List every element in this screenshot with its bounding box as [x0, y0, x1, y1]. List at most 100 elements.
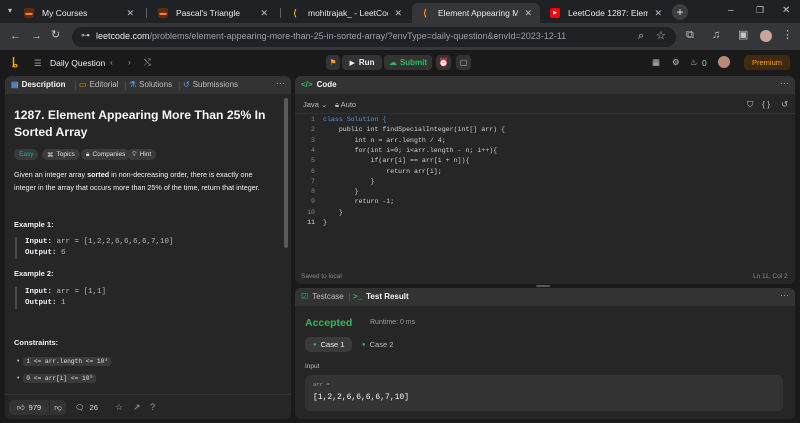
- constraint-code: 1 <= arr.length <= 10⁴: [23, 357, 112, 366]
- minimize-icon[interactable]: –: [728, 6, 734, 16]
- code-editor[interactable]: 1 2 3 4 5 6 7 8 9 10 11 class Solution {…: [295, 116, 795, 266]
- sidepanel-icon[interactable]: ▣: [738, 30, 748, 41]
- more-icon[interactable]: ⋯: [780, 290, 789, 301]
- language-select[interactable]: Java ⌄: [303, 100, 327, 109]
- leetcode-icon: ⟨: [293, 7, 297, 18]
- input-label: Input:: [25, 288, 53, 296]
- extensions-icon[interactable]: ⧉: [686, 30, 694, 41]
- close-icon[interactable]: ✕: [260, 8, 268, 19]
- format-braces-icon[interactable]: { }: [762, 99, 770, 109]
- premium-button[interactable]: Premium: [744, 55, 790, 70]
- site-info-icon[interactable]: ⊶: [81, 31, 90, 40]
- close-icon[interactable]: ✕: [654, 8, 662, 19]
- restore-icon[interactable]: ❐: [756, 6, 764, 15]
- prev-problem-icon[interactable]: ‹: [110, 57, 113, 67]
- case-2-tab[interactable]: ● Case 2: [358, 337, 397, 352]
- profile-avatar[interactable]: [760, 30, 772, 42]
- output-label: Output:: [25, 299, 57, 307]
- runtime-text: Runtime: 0 ms: [370, 319, 416, 326]
- bookmark-star-icon[interactable]: ☆: [656, 31, 666, 42]
- fire-streak-icon[interactable]: ♨: [690, 57, 698, 68]
- resize-handle[interactable]: [536, 285, 550, 287]
- code-line: }: [323, 219, 327, 226]
- pass-dot-icon: ●: [313, 341, 317, 348]
- like-count: 979: [28, 403, 42, 412]
- browser-tab-youtube[interactable]: ▶ LeetCode 1287: Element Ap ✕: [542, 3, 670, 23]
- close-icon[interactable]: ✕: [126, 8, 134, 19]
- settings-gear-icon[interactable]: ⚙: [672, 57, 680, 68]
- next-problem-icon[interactable]: ›: [128, 57, 131, 67]
- new-tab-button[interactable]: +: [672, 4, 688, 20]
- example-1-output: Output: 6: [25, 248, 270, 259]
- input-box: arr = [1,2,2,6,6,6,6,7,10]: [305, 375, 783, 411]
- daily-question-label[interactable]: Daily Question: [50, 58, 105, 68]
- menu-kebab-icon[interactable]: ⋮: [782, 30, 793, 41]
- topics-tag[interactable]: ⌘ Topics: [42, 149, 80, 160]
- companies-tag[interactable]: 🔒︎ Companies: [81, 149, 131, 160]
- run-button[interactable]: ▶ Run: [342, 55, 382, 70]
- star-icon[interactable]: ☆: [115, 402, 123, 413]
- help-icon[interactable]: ?: [150, 402, 155, 412]
- url-text: leetcode.com/problems/element-appearing-…: [96, 31, 566, 41]
- tab-description[interactable]: ▤ Description: [11, 80, 66, 89]
- forward-icon[interactable]: →: [31, 31, 42, 42]
- tab-submissions[interactable]: ↺ Submissions: [183, 80, 238, 89]
- close-window-icon[interactable]: ✕: [782, 6, 790, 16]
- case-label: Case 2: [369, 340, 394, 349]
- leetcode-navbar: ȴ ☰ Daily Question ‹ › ⤭ ⚑ ▶ Run ☁ Submit …: [0, 50, 800, 75]
- tab-solutions[interactable]: ⚗ Solutions: [129, 80, 172, 89]
- like-button[interactable]: 👍︎ 979: [9, 400, 49, 415]
- bookmark-icon[interactable]: ⛉: [747, 99, 753, 110]
- play-icon: ▶: [349, 59, 355, 67]
- difficulty-label: Easy: [19, 151, 34, 158]
- debug-button[interactable]: ⚑: [326, 55, 340, 70]
- course-icon: ▬: [158, 8, 168, 18]
- problem-list-icon[interactable]: ☰: [34, 58, 42, 69]
- hint-tag[interactable]: 💡︎ Hint: [127, 149, 157, 160]
- more-icon[interactable]: ⋯: [276, 78, 285, 89]
- case-1-tab[interactable]: ● Case 1: [305, 337, 353, 352]
- browser-tab-pascals-triangle[interactable]: ▬ Pascal's Triangle ✕: [150, 3, 276, 23]
- browser-tab-leetcode-profile[interactable]: ⟨ mohitrajak_ - LeetCode Pro ✕: [282, 3, 410, 23]
- share-icon[interactable]: ↗: [133, 402, 141, 413]
- tab-title: Element Appearing More T: [438, 8, 519, 18]
- browser-tab-my-courses[interactable]: ▬ My Courses ✕: [16, 3, 142, 23]
- tab-testcase[interactable]: ☑ Testcase: [301, 292, 344, 301]
- dislike-button[interactable]: 👎︎: [50, 400, 66, 415]
- user-avatar[interactable]: [718, 56, 730, 68]
- layout-grid-icon[interactable]: ▦: [652, 57, 660, 68]
- example-2-input: Input: arr = [1,1]: [25, 287, 270, 298]
- case-label: Case 1: [320, 340, 345, 349]
- more-icon[interactable]: ⋯: [780, 78, 789, 89]
- timer-button[interactable]: ⏰: [436, 55, 451, 70]
- code-line: }: [323, 177, 375, 185]
- browser-tab-active-problem[interactable]: ⟨ Element Appearing More T ✕: [412, 3, 540, 23]
- leetcode-logo-icon[interactable]: ȴ: [12, 56, 18, 68]
- result-panel-header: ☑ Testcase >_ Test Result ⋯: [295, 288, 795, 306]
- lock-icon: 🔒︎: [86, 150, 90, 158]
- tab-divider: [349, 293, 350, 302]
- thumbs-up-icon: 👍︎: [16, 402, 25, 412]
- media-icon[interactable]: ♫: [712, 30, 720, 41]
- tab-editorial[interactable]: ▭ Editorial: [79, 80, 118, 89]
- address-bar[interactable]: ⊶ leetcode.com/problems/element-appearin…: [72, 27, 676, 47]
- example-1-input: Input: arr = [1,2,2,6,6,6,6,7,10]: [25, 237, 270, 248]
- close-icon[interactable]: ✕: [394, 8, 402, 19]
- flask-icon: ⚗: [129, 80, 137, 89]
- close-icon[interactable]: ✕: [524, 8, 532, 19]
- scrollbar-thumb[interactable]: [284, 98, 288, 248]
- comments-button[interactable]: 🗨︎ 26: [75, 400, 98, 415]
- tab-search-icon[interactable]: ▾: [8, 7, 12, 15]
- shuffle-icon[interactable]: ⤭: [144, 57, 151, 68]
- example-1-block: Input: arr = [1,2,2,6,6,6,6,7,10] Output…: [15, 237, 270, 259]
- reload-icon[interactable]: ↻: [51, 30, 60, 41]
- zoom-search-icon[interactable]: ⌕: [638, 31, 644, 42]
- back-icon[interactable]: ←: [10, 31, 21, 42]
- submit-button[interactable]: ☁ Submit: [384, 55, 432, 70]
- reset-icon[interactable]: ↺: [781, 99, 788, 110]
- code-line: class Solution {: [323, 116, 387, 123]
- tab-test-result[interactable]: >_ Test Result: [353, 292, 409, 301]
- tab-label: Testcase: [312, 292, 344, 301]
- notes-button[interactable]: ▢: [456, 55, 471, 70]
- input-value: arr = [1,2,2,6,6,6,6,7,10]: [56, 238, 174, 246]
